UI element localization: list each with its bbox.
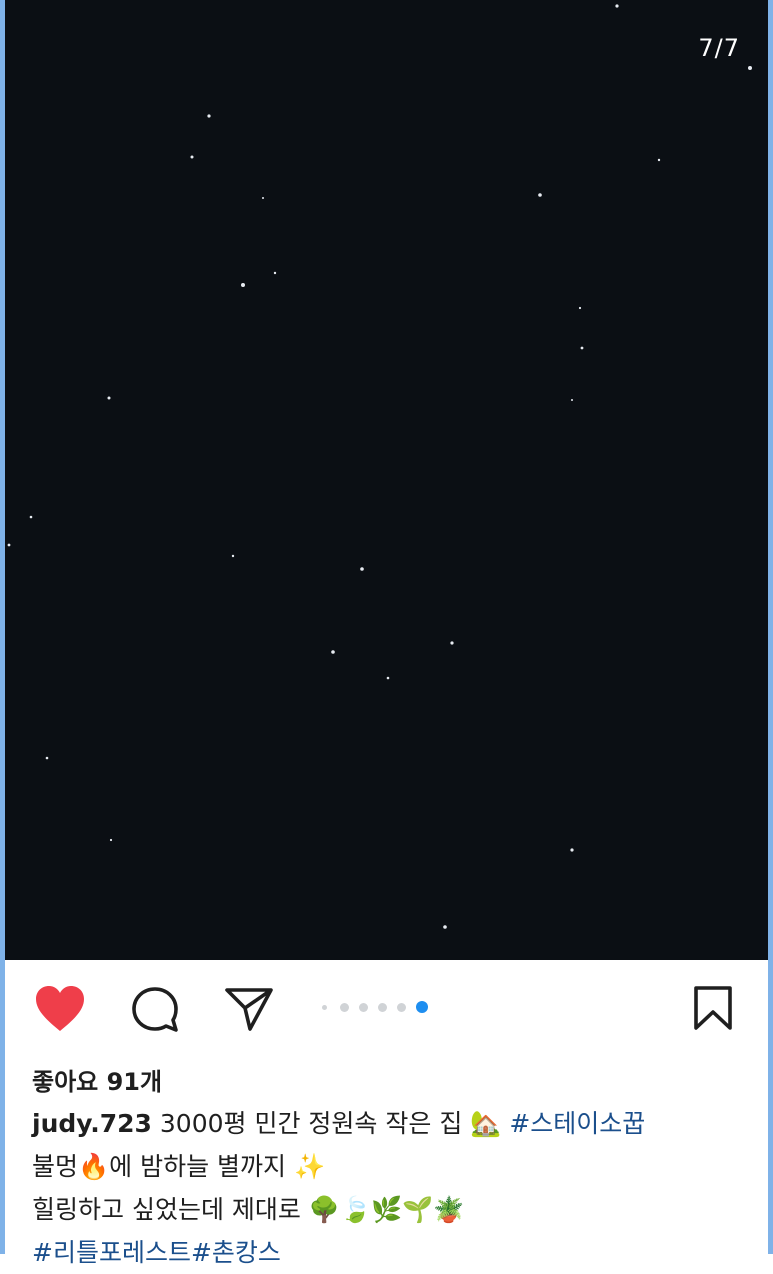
carousel-dot: [340, 1002, 349, 1012]
carousel-dot: [378, 1002, 387, 1012]
star: [190, 155, 194, 159]
star: [273, 271, 277, 275]
carousel-dot: [322, 1004, 327, 1010]
star: [360, 567, 364, 571]
star: [570, 848, 574, 852]
carousel-dot: [397, 1002, 406, 1012]
star: [331, 650, 335, 654]
username-link[interactable]: judy.723: [32, 1109, 152, 1138]
star: [45, 756, 49, 760]
post-caption: judy.723 3000평 민간 정원속 작은 집 🏡 #스테이소꿉 불멍🔥에…: [32, 1102, 752, 1274]
star: [231, 554, 235, 558]
carousel-indicator: [318, 999, 438, 1015]
star: [107, 396, 111, 400]
comment-icon[interactable]: [130, 986, 180, 1034]
star: [207, 114, 211, 118]
star: [615, 4, 619, 8]
star: [657, 158, 661, 162]
likes-count[interactable]: 좋아요 91개: [32, 1062, 162, 1097]
carousel-counter: 7/7: [698, 34, 740, 62]
caption-line-4: #리틀포레스트#촌캉스: [32, 1231, 752, 1274]
star: [7, 543, 11, 547]
caption-line-3: 힐링하고 싶었는데 제대로 🌳🍃🌿🌱🪴: [32, 1195, 465, 1224]
send-icon[interactable]: [224, 986, 274, 1032]
star: [262, 197, 264, 199]
bookmark-icon[interactable]: [692, 985, 734, 1031]
carousel-dot-active: [416, 1001, 428, 1013]
star: [578, 306, 582, 310]
hashtag-link[interactable]: #리틀포레스트: [32, 1238, 191, 1267]
carousel-dot: [359, 1002, 368, 1012]
night-sky-stars: [7, 4, 752, 929]
star: [109, 838, 113, 842]
hashtag-link[interactable]: #스테이소꿉: [509, 1109, 645, 1138]
post-photo[interactable]: 7/7: [5, 0, 768, 960]
star: [538, 193, 542, 197]
star: [580, 346, 584, 350]
star: [443, 925, 447, 929]
star: [450, 641, 454, 645]
hashtag-link[interactable]: #촌캉스: [191, 1238, 281, 1267]
star: [748, 66, 752, 70]
caption-text-1: 3000평 민간 정원속 작은 집 🏡: [159, 1109, 502, 1138]
star: [241, 283, 245, 287]
star: [386, 676, 390, 680]
heart-icon[interactable]: [34, 985, 86, 1033]
caption-line-1: judy.723 3000평 민간 정원속 작은 집 🏡 #스테이소꿉: [32, 1102, 752, 1145]
star: [29, 515, 33, 519]
star: [571, 399, 573, 401]
caption-line-2: 불멍🔥에 밤하늘 별까지 ✨: [32, 1152, 326, 1181]
